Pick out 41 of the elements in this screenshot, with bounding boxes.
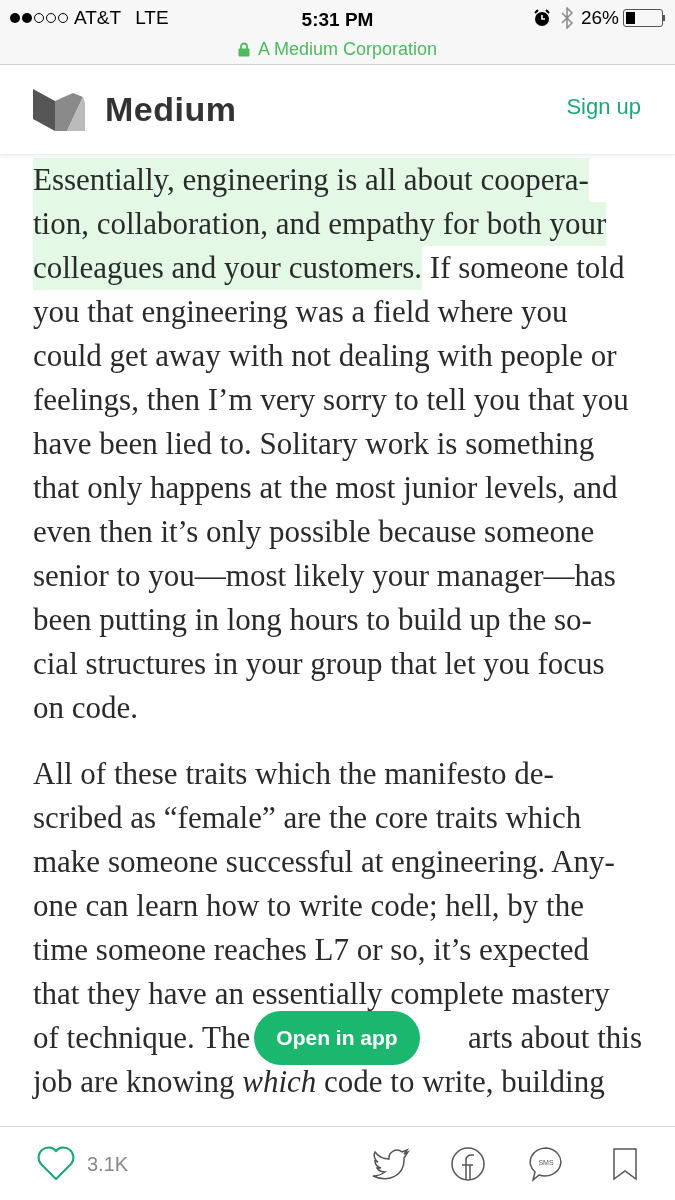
highlighted-text: colleagues and your customers. (33, 246, 423, 290)
lock-icon (237, 42, 250, 57)
text-line: time someone reaches L7 or so, it’s expected (33, 931, 590, 969)
text-line: could get away with not dealing with people or (33, 337, 617, 375)
logo-icon (33, 88, 85, 131)
text-line: been putting in long hours to build up the so- (33, 601, 592, 639)
text-line: cial structures in your group that let you focus (33, 645, 605, 683)
text-line: on code. (33, 689, 139, 727)
like-count: 3.1K (87, 1151, 129, 1177)
clock-time: 5:31 PM (301, 8, 374, 32)
facebook-icon[interactable] (450, 1145, 486, 1182)
network-type: LTE (135, 5, 169, 30)
battery-percentage: 26% (580, 5, 619, 30)
text-line: job are knowing which code to write, building (33, 1063, 605, 1101)
sign-up-link[interactable]: Sign up (566, 90, 641, 129)
bookmark-icon[interactable] (612, 1146, 638, 1181)
site-name: A Medium Corporation (257, 38, 438, 61)
text-line: scribed as “female” are the core traits which (33, 799, 582, 837)
battery-icon (623, 9, 665, 27)
highlighted-text: Essentially, engineering is all about coopera- (33, 158, 589, 202)
bluetooth-icon (560, 7, 573, 29)
text-line: one can learn how to write code; hell, by the (33, 887, 584, 925)
carrier-name: AT&T (74, 5, 122, 30)
twitter-icon[interactable] (372, 1147, 410, 1180)
text-line: that they have an essentially complete mastery (33, 975, 610, 1013)
text-line: make someone successful at engineering. Any- (33, 843, 615, 881)
alarm-icon (532, 9, 551, 27)
brand-name: Medium (105, 89, 237, 130)
text-line: feelings, then I’m very sorry to tell you that you (33, 381, 629, 419)
like-button[interactable] (37, 1146, 75, 1181)
text-line: you that engineering was a field where you (33, 293, 568, 331)
text-line: that only happens at the most junior levels, and (33, 469, 618, 507)
text-line: have been lied to. Solitary work is something (33, 425, 595, 463)
text-line: even then it’s only possible because someone (33, 513, 595, 551)
text-line: If someone told (428, 249, 625, 287)
text-line: of technique. The (33, 1019, 251, 1057)
text-line: All of these traits which the manifesto de- (33, 755, 554, 793)
highlighted-text: tion, collaboration, and empathy for both your (33, 202, 607, 246)
text-line: senior to you—most likely your manager—has (33, 557, 616, 595)
text-line: arts about this (468, 1019, 642, 1057)
open-in-app-button[interactable]: Open in app (254, 1011, 420, 1065)
